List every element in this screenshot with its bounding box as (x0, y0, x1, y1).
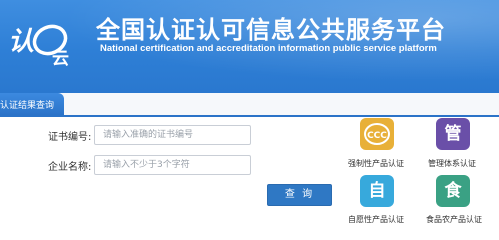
tab-cert-result-query[interactable]: 认证结果查询 (0, 93, 64, 115)
company-name-label: 企业名称: (48, 162, 92, 173)
svg-text:CCC: CCC (367, 131, 387, 141)
cert-no-input[interactable] (94, 125, 251, 145)
category-label: 管理体系认证 (428, 159, 476, 168)
site-title: 全国认证认可信息公共服务平台 (96, 16, 446, 44)
ccc-icon-graphic: CCC (360, 118, 394, 150)
tab-bar: 认证结果查询 (0, 93, 499, 117)
voluntary-icon: 自 (360, 175, 394, 207)
company-name-input[interactable] (94, 155, 251, 175)
svg-text:云: 云 (52, 49, 69, 68)
svg-text:认: 认 (8, 27, 34, 57)
management-icon: 管 (436, 118, 470, 150)
cert-no-label: 证书编号: (48, 132, 92, 143)
category-label: 食品农产品认证 (426, 215, 482, 224)
query-button[interactable]: 查 询 (267, 184, 332, 206)
category-label: 强制性产品认证 (348, 159, 404, 168)
ccc-icon: CCC (360, 118, 394, 150)
site-header: 认 云 全国认证认可信息公共服务平台 National certificatio… (0, 0, 499, 93)
category-label: 自愿性产品认证 (348, 215, 404, 224)
tab-label: 认证结果查询 (0, 101, 55, 111)
food-icon: 食 (436, 175, 470, 207)
site-subtitle: National certification and accreditation… (100, 43, 437, 54)
site-logo[interactable]: 认 云 (6, 10, 78, 68)
